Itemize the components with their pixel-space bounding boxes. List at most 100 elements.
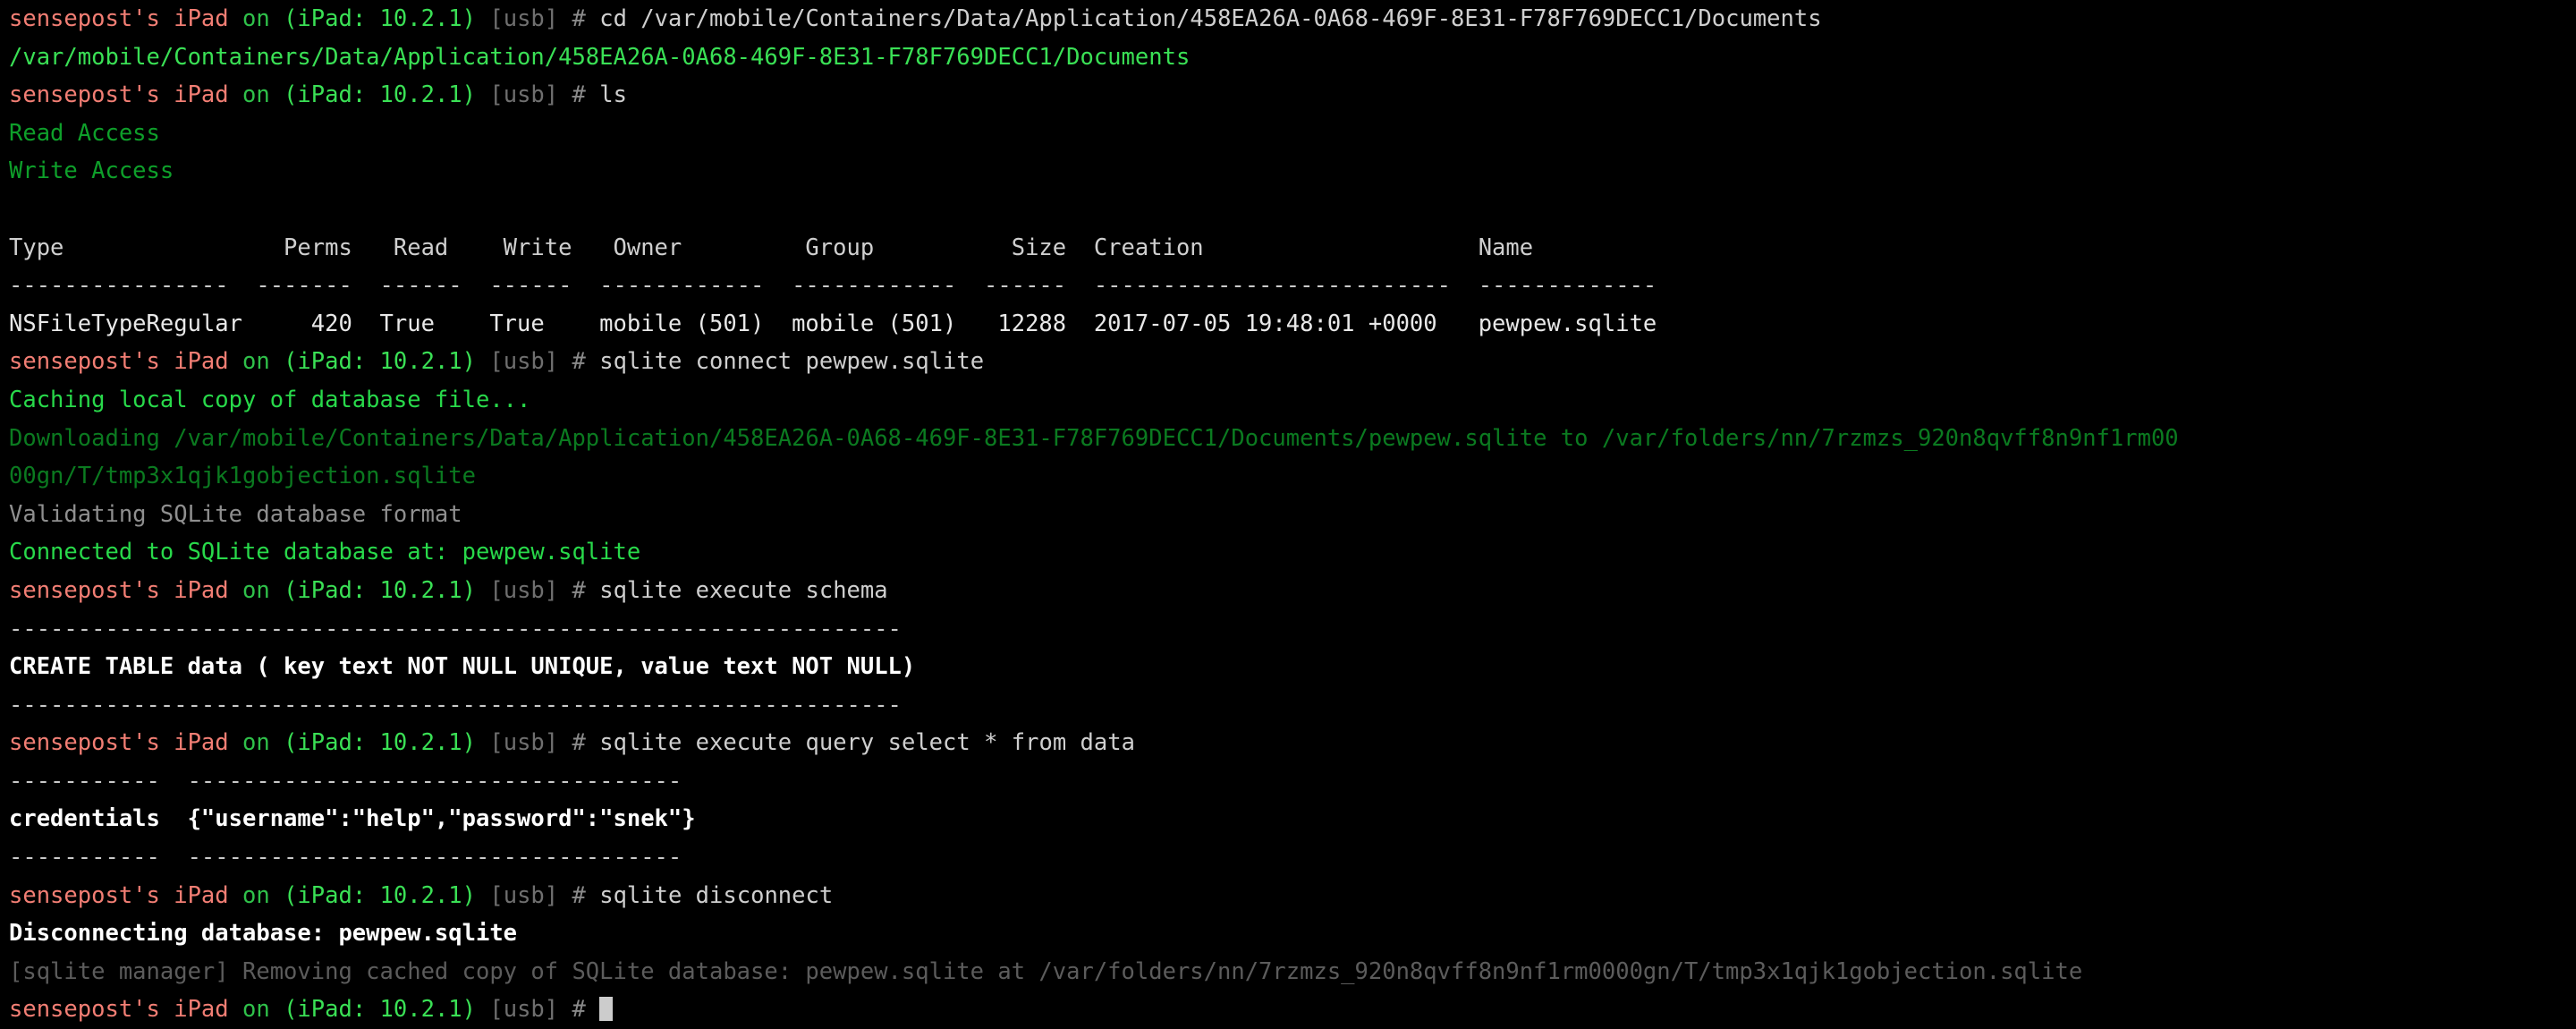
prompt-device: (iPad: 10.2.1) xyxy=(284,5,477,32)
terminal-line-out-disconnecting: Disconnecting database: pewpew.sqlite xyxy=(9,914,2576,953)
terminal-line-query-row-1: credentials {"username":"help","password… xyxy=(9,800,2576,838)
prompt-hash: # xyxy=(572,348,586,376)
terminal-cursor[interactable] xyxy=(599,997,614,1022)
terminal-line-table-rule-top: ---------------- ------- ------ ------ -… xyxy=(9,267,2576,305)
prompt-on: on xyxy=(242,348,270,376)
output-text: Connected to SQLite database at: pewpew.… xyxy=(9,539,641,566)
terminal-line-cmd-cd: sensepost's iPad on (iPad: 10.2.1) [usb]… xyxy=(9,0,2576,38)
prompt-transport: [usb] xyxy=(489,5,559,32)
prompt-on: on xyxy=(242,81,270,109)
prompt-transport: [usb] xyxy=(489,881,559,909)
output-text: credentials {"username":"help","password… xyxy=(9,805,696,833)
prompt-hash: # xyxy=(572,729,586,757)
prompt-host: sensepost's iPad xyxy=(9,881,229,909)
terminal-line-out-blank-1 xyxy=(9,191,2576,229)
terminal-line-table-row-1: NSFileTypeRegular 420 True True mobile (… xyxy=(9,305,2576,344)
terminal-line-out-caching: Caching local copy of database file... xyxy=(9,381,2576,420)
command-text: sqlite connect pewpew.sqlite xyxy=(599,348,985,376)
command-text: sqlite execute schema xyxy=(599,576,888,604)
separator-dashes: ----------------------------------------… xyxy=(9,691,902,719)
prompt-on: on xyxy=(242,729,270,757)
separator-dashes: ----------- ----------------------------… xyxy=(9,767,682,795)
terminal-line-out-validating: Validating SQLite database format xyxy=(9,496,2576,534)
prompt-device: (iPad: 10.2.1) xyxy=(284,996,477,1024)
terminal-line-schema-rule-top: ----------------------------------------… xyxy=(9,610,2576,649)
separator-dashes: ----------------------------------------… xyxy=(9,615,902,642)
command-text: sqlite disconnect xyxy=(599,881,834,909)
terminal-line-cmd-final: sensepost's iPad on (iPad: 10.2.1) [usb]… xyxy=(9,991,2576,1029)
terminal-line-query-rule-top: ----------- ----------------------------… xyxy=(9,762,2576,801)
prompt-on: on xyxy=(242,5,270,32)
command-text: sqlite execute query select * from data xyxy=(599,729,1135,757)
prompt-host: sensepost's iPad xyxy=(9,996,229,1024)
prompt-device: (iPad: 10.2.1) xyxy=(284,81,477,109)
terminal-line-out-write-access: Write Access xyxy=(9,152,2576,191)
prompt-hash: # xyxy=(572,81,586,109)
output-text: Caching local copy of database file... xyxy=(9,386,531,413)
terminal-line-out-downloading-2: 00gn/T/tmp3x1qjk1gobjection.sqlite xyxy=(9,457,2576,496)
separator-dashes: ----------- ----------------------------… xyxy=(9,844,682,872)
file-table-header: Type Perms Read Write Owner Group Size C… xyxy=(9,234,1534,261)
output-text: /var/mobile/Containers/Data/Application/… xyxy=(9,43,1191,71)
prompt-host: sensepost's iPad xyxy=(9,576,229,604)
output-text: CREATE TABLE data ( key text NOT NULL UN… xyxy=(9,653,916,681)
terminal-screen[interactable]: sensepost's iPad on (iPad: 10.2.1) [usb]… xyxy=(0,0,2576,1023)
output-text: Read Access xyxy=(9,119,160,147)
output-text: Downloading /var/mobile/Containers/Data/… xyxy=(9,424,2179,452)
prompt-on: on xyxy=(242,576,270,604)
output-text: Write Access xyxy=(9,157,174,185)
prompt-hash: # xyxy=(572,5,586,32)
terminal-line-cmd-sqlite-query: sensepost's iPad on (iPad: 10.2.1) [usb]… xyxy=(9,724,2576,762)
prompt-device: (iPad: 10.2.1) xyxy=(284,881,477,909)
terminal-line-out-downloading-1: Downloading /var/mobile/Containers/Data/… xyxy=(9,420,2576,458)
prompt-hash: # xyxy=(572,881,586,909)
terminal-line-out-read-access: Read Access xyxy=(9,115,2576,153)
terminal-line-schema-create-table: CREATE TABLE data ( key text NOT NULL UN… xyxy=(9,648,2576,686)
prompt-transport: [usb] xyxy=(489,576,559,604)
prompt-device: (iPad: 10.2.1) xyxy=(284,348,477,376)
output-text: [sqlite manager] Removing cached copy of… xyxy=(9,957,2083,985)
prompt-host: sensepost's iPad xyxy=(9,729,229,757)
prompt-device: (iPad: 10.2.1) xyxy=(284,576,477,604)
terminal-line-schema-rule-bottom: ----------------------------------------… xyxy=(9,686,2576,725)
output-text: Disconnecting database: pewpew.sqlite xyxy=(9,920,518,948)
terminal-line-query-rule-bottom: ----------- ----------------------------… xyxy=(9,838,2576,877)
terminal-line-out-cwd: /var/mobile/Containers/Data/Application/… xyxy=(9,38,2576,77)
prompt-host: sensepost's iPad xyxy=(9,5,229,32)
prompt-transport: [usb] xyxy=(489,996,559,1024)
output-text: 00gn/T/tmp3x1qjk1gobjection.sqlite xyxy=(9,463,476,490)
prompt-transport: [usb] xyxy=(489,729,559,757)
prompt-hash: # xyxy=(572,996,586,1024)
